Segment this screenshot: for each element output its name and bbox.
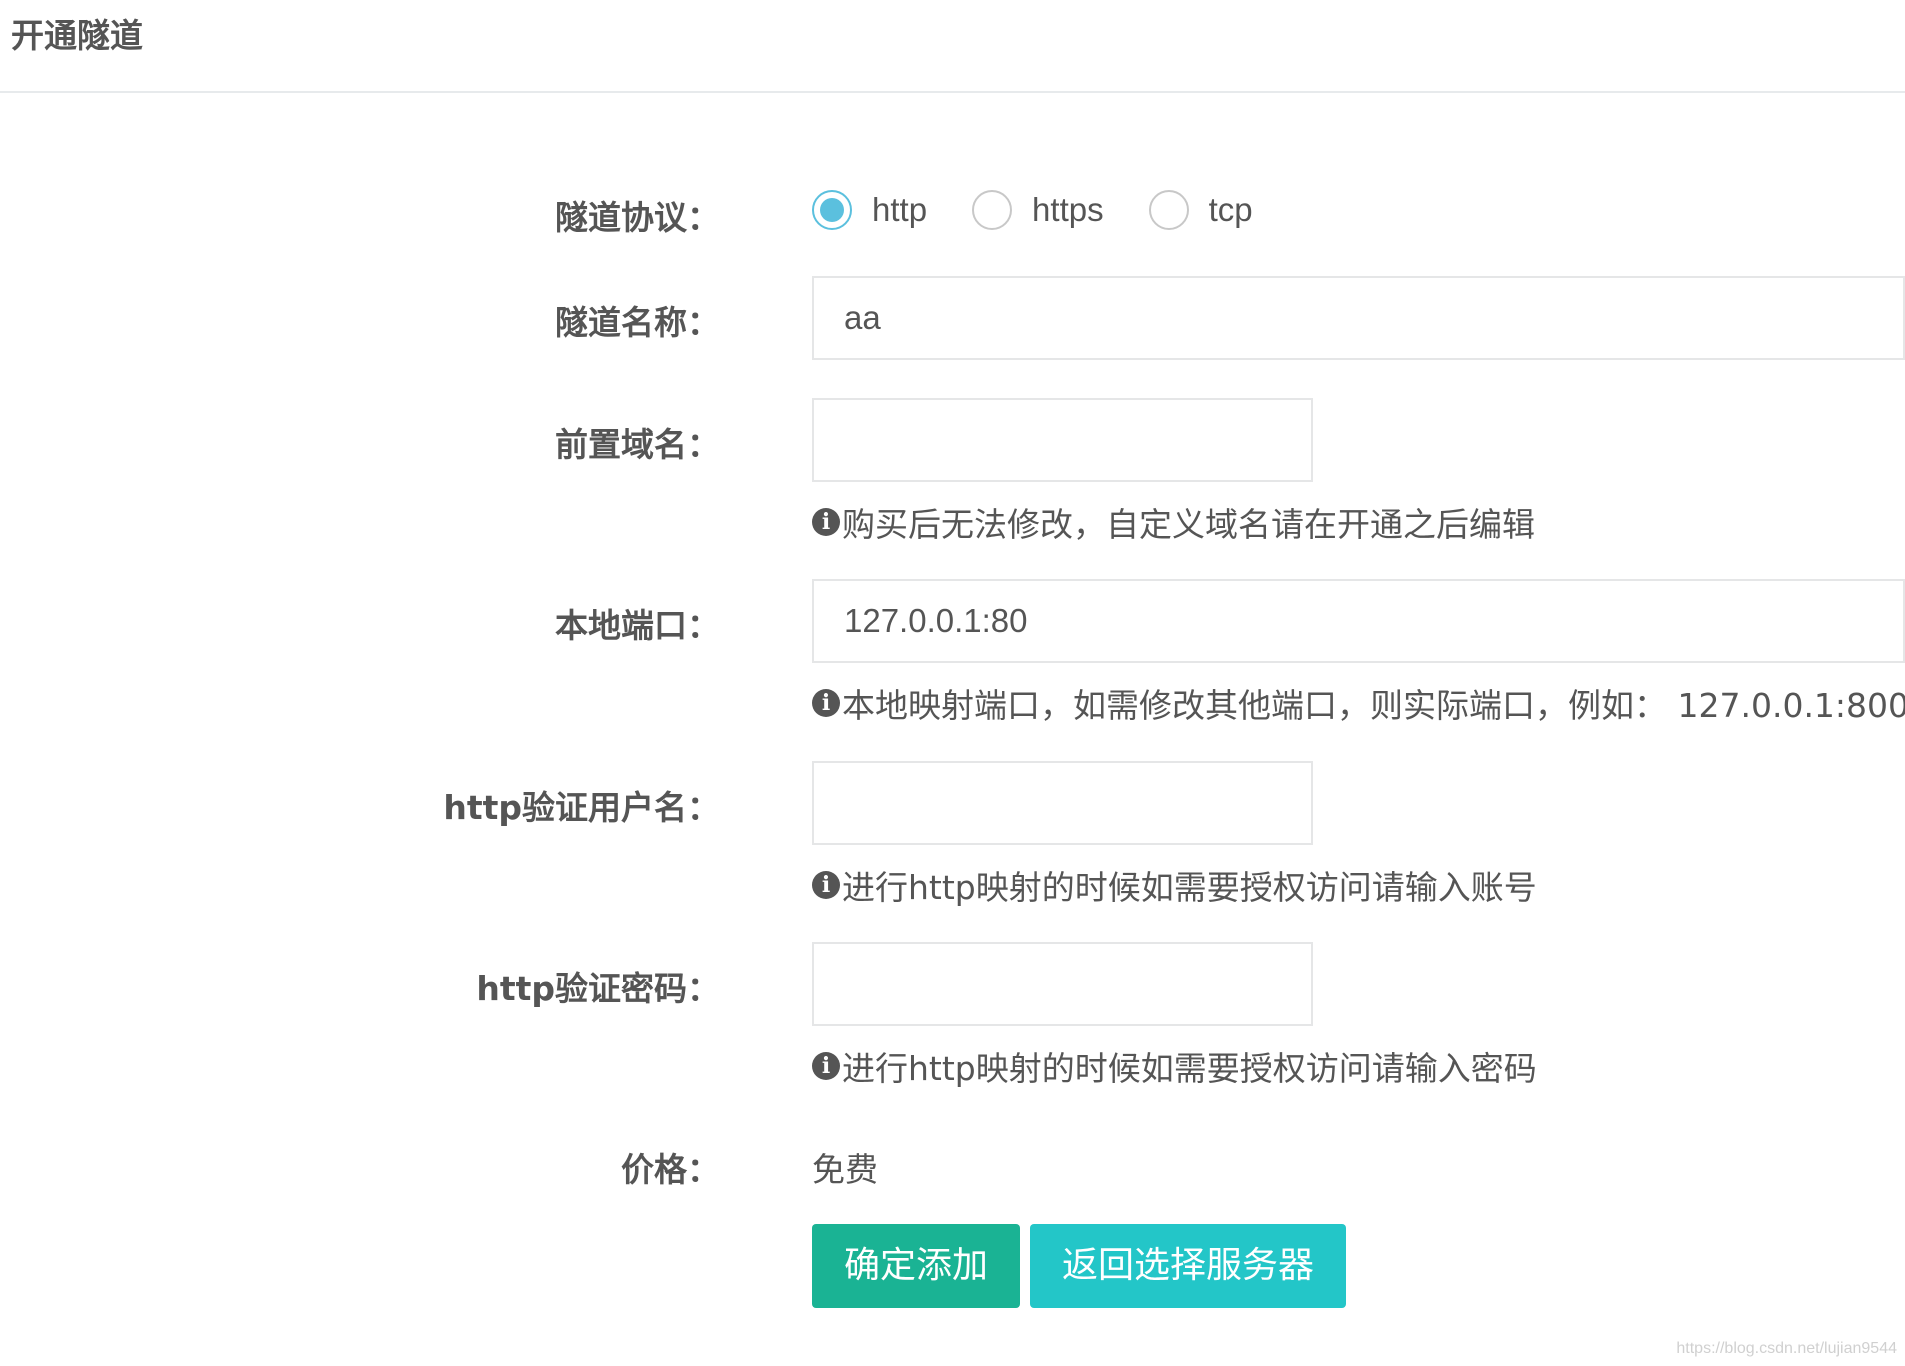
http-password-input[interactable] [812, 942, 1313, 1026]
form-row-price: 价格： 免费 [0, 1143, 1905, 1193]
radio-tcp[interactable]: tcp [1148, 190, 1253, 230]
price-value: 免费 [812, 1150, 878, 1189]
http-password-label: http验证密码： [476, 969, 720, 1008]
radio-https-circle[interactable] [972, 190, 1013, 230]
form-row-name: 隧道名称： [0, 276, 1905, 360]
local-port-help-text: 本地映射端口，如需修改其他端口，则实际端口，例如： 127.0.0.1:8000 [842, 686, 1905, 725]
radio-https-label: https [1032, 191, 1104, 228]
http-user-help: i 进行http映射的时候如需要授权访问请输入账号 [812, 861, 1537, 909]
form-row-protocol: 隧道协议： http https tcp [0, 185, 1905, 237]
radio-tcp-label: tcp [1208, 191, 1253, 228]
name-label: 隧道名称： [555, 303, 720, 342]
info-icon: i [812, 871, 840, 899]
form-row-domain: 前置域名： i 购买后无法修改，自定义域名请在开通之后编辑 [0, 398, 1905, 548]
http-user-field: i 进行http映射的时候如需要授权访问请输入账号 [812, 761, 1537, 909]
local-port-input[interactable] [812, 579, 1905, 663]
protocol-label: 隧道协议： [555, 198, 720, 237]
local-port-help: i 本地映射端口，如需修改其他端口，则实际端口，例如： 127.0.0.1:800… [812, 679, 1905, 727]
info-icon: i [812, 508, 840, 536]
form-row-local-port: 本地端口： i本地映射端口，如需修改其他端口，则实际端口，例如： 127.0.0… [0, 579, 1905, 729]
name-field [812, 276, 1905, 360]
local-port-field: i本地映射端口，如需修改其他端口，则实际端口，例如： 127.0.0.1:800… [812, 579, 1905, 727]
http-user-input[interactable] [812, 761, 1313, 845]
http-password-field: i 进行http映射的时候如需要授权访问请输入密码 [812, 942, 1537, 1090]
http-user-label: http验证用户名： [443, 788, 720, 827]
form-row-http-password: http验证密码： i 进行http映射的时候如需要授权访问请输入密码 [0, 942, 1905, 1092]
protocol-radio-group: http https tcp [812, 185, 1298, 235]
price-field: 免费 [812, 1143, 878, 1191]
domain-help-text: 购买后无法修改，自定义域名请在开通之后编辑 [842, 505, 1535, 544]
watermark: https://blog.csdn.net/lujian9544 [1676, 1340, 1897, 1357]
http-password-help-text: 进行http映射的时候如需要授权访问请输入密码 [842, 1049, 1537, 1088]
radio-tcp-circle[interactable] [1148, 190, 1189, 230]
confirm-add-button[interactable]: 确定添加 [812, 1224, 1021, 1308]
local-port-label: 本地端口： [555, 606, 720, 645]
protocol-field: http https tcp [812, 185, 1298, 235]
radio-http-circle[interactable] [812, 190, 852, 230]
form-row-actions: 确定添加 返回选择服务器 [0, 1224, 1905, 1308]
radio-http[interactable]: http [812, 190, 927, 230]
back-select-server-button[interactable]: 返回选择服务器 [1030, 1224, 1347, 1308]
radio-https[interactable]: https [972, 190, 1104, 230]
price-label: 价格： [621, 1150, 720, 1189]
form-row-http-user: http验证用户名： i 进行http映射的时候如需要授权访问请输入账号 [0, 761, 1905, 911]
radio-http-label: http [872, 191, 928, 228]
domain-field: i 购买后无法修改，自定义域名请在开通之后编辑 [812, 398, 1535, 546]
domain-label: 前置域名： [555, 425, 720, 464]
http-password-help: i 进行http映射的时候如需要授权访问请输入密码 [812, 1042, 1537, 1090]
domain-input[interactable] [812, 398, 1313, 482]
page-title: 开通隧道 [11, 16, 143, 55]
info-icon: i [812, 689, 840, 717]
actions-field: 确定添加 返回选择服务器 [812, 1224, 1347, 1308]
page-header: 开通隧道 [0, 0, 1905, 93]
info-icon: i [812, 1052, 840, 1080]
domain-help: i 购买后无法修改，自定义域名请在开通之后编辑 [812, 498, 1535, 546]
http-user-help-text: 进行http映射的时候如需要授权访问请输入账号 [842, 868, 1537, 907]
tunnel-name-input[interactable] [812, 276, 1905, 360]
